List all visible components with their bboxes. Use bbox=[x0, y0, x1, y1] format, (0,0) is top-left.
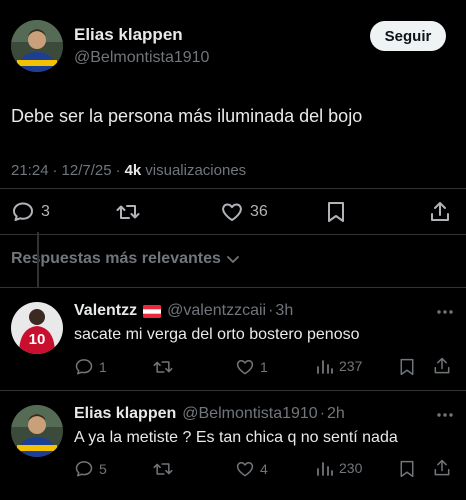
reply-header: Valentzz @valentzzcaii · 3h bbox=[74, 302, 293, 320]
views-icon bbox=[316, 357, 334, 375]
bookmark-action[interactable] bbox=[325, 200, 347, 224]
retweet-action[interactable] bbox=[152, 459, 174, 479]
reply-action[interactable]: 1 bbox=[74, 357, 107, 377]
reply-author-name[interactable]: Valentzz bbox=[74, 302, 137, 320]
views-action[interactable]: 237 bbox=[316, 357, 362, 375]
reply-age[interactable]: 3h bbox=[275, 302, 293, 320]
retweet-action[interactable] bbox=[115, 200, 141, 224]
reply-avatar[interactable]: 10 bbox=[11, 302, 63, 354]
share-action[interactable] bbox=[432, 356, 452, 376]
views-action[interactable]: 230 bbox=[316, 459, 362, 477]
replies-sort-label: Respuestas más relevantes bbox=[11, 250, 221, 267]
reply-age[interactable]: 2h bbox=[327, 405, 345, 423]
views-label: visualizaciones bbox=[145, 162, 247, 179]
tweet-text: Debe ser la persona más iluminada del bo… bbox=[11, 106, 363, 126]
like-icon bbox=[235, 459, 255, 479]
more-icon[interactable] bbox=[435, 409, 455, 421]
replies-sort[interactable]: Respuestas más relevantes bbox=[11, 250, 241, 268]
bookmark-icon bbox=[398, 459, 416, 479]
like-action[interactable]: 36 bbox=[220, 200, 268, 224]
bookmark-icon bbox=[398, 357, 416, 377]
like-count: 36 bbox=[250, 203, 268, 220]
bookmark-action[interactable] bbox=[398, 459, 416, 479]
reply-icon bbox=[74, 459, 94, 479]
retweet-icon bbox=[152, 459, 174, 479]
tweet-meta: 21:24 · 12/7/25 · 4k visualizaciones bbox=[11, 162, 246, 179]
reply-header: Elias klappen @Belmontista1910 · 2h bbox=[74, 405, 345, 423]
meta-separator: · bbox=[268, 302, 274, 319]
like-icon bbox=[235, 357, 255, 377]
bookmark-action[interactable] bbox=[398, 357, 416, 377]
share-action[interactable] bbox=[432, 458, 452, 478]
reply-count: 5 bbox=[99, 461, 107, 477]
reply-action[interactable]: 3 bbox=[11, 200, 50, 224]
reply-author-handle[interactable]: @valentzzcaii bbox=[167, 302, 266, 320]
follow-label: Seguir bbox=[384, 27, 432, 45]
follow-button[interactable]: Seguir bbox=[370, 21, 446, 51]
retweet-icon bbox=[152, 357, 174, 377]
meta-separator: · bbox=[319, 405, 326, 422]
author-name[interactable]: Elias klappen bbox=[74, 25, 183, 45]
tweet-time[interactable]: 21:24 bbox=[11, 162, 49, 179]
views-count: 237 bbox=[339, 358, 363, 374]
reply-author-handle[interactable]: @Belmontista1910 bbox=[182, 405, 317, 423]
share-icon bbox=[432, 458, 452, 478]
divider bbox=[0, 287, 466, 288]
share-icon bbox=[428, 200, 452, 224]
reply-count: 1 bbox=[99, 359, 107, 375]
thread-line bbox=[37, 232, 39, 288]
share-icon bbox=[432, 356, 452, 376]
share-action[interactable] bbox=[428, 200, 452, 224]
meta-separator: · bbox=[115, 162, 121, 179]
flag-icon bbox=[143, 304, 162, 318]
reply-avatar[interactable] bbox=[11, 405, 63, 457]
author-avatar[interactable] bbox=[11, 20, 63, 72]
jersey-number: 10 bbox=[29, 331, 46, 348]
like-count: 1 bbox=[260, 359, 268, 375]
reply-count: 3 bbox=[41, 203, 50, 220]
reply-author-name[interactable]: Elias klappen bbox=[74, 405, 176, 423]
meta-separator: · bbox=[52, 162, 58, 179]
tweet-date[interactable]: 12/7/25 bbox=[62, 162, 112, 179]
views-count: 230 bbox=[339, 460, 363, 476]
bookmark-icon bbox=[325, 200, 347, 224]
author-handle[interactable]: @Belmontista1910 bbox=[74, 49, 209, 67]
reply-icon bbox=[74, 357, 94, 377]
like-count: 4 bbox=[260, 461, 268, 477]
views-count: 4k bbox=[124, 162, 142, 179]
retweet-icon bbox=[115, 200, 141, 224]
reply-text: A ya la metiste ? Es tan chica q no sent… bbox=[74, 429, 398, 446]
views-icon bbox=[316, 459, 334, 477]
reply-text: sacate mi verga del orto bostero penoso bbox=[74, 326, 360, 343]
like-action[interactable]: 1 bbox=[235, 357, 268, 377]
more-icon[interactable] bbox=[435, 306, 455, 318]
retweet-action[interactable] bbox=[152, 357, 174, 377]
chevron-down-icon bbox=[225, 251, 241, 267]
divider bbox=[0, 234, 466, 235]
reply-icon bbox=[11, 200, 35, 224]
like-icon bbox=[220, 200, 244, 224]
divider bbox=[0, 390, 466, 391]
divider bbox=[0, 188, 466, 189]
reply-action[interactable]: 5 bbox=[74, 459, 107, 479]
like-action[interactable]: 4 bbox=[235, 459, 268, 479]
